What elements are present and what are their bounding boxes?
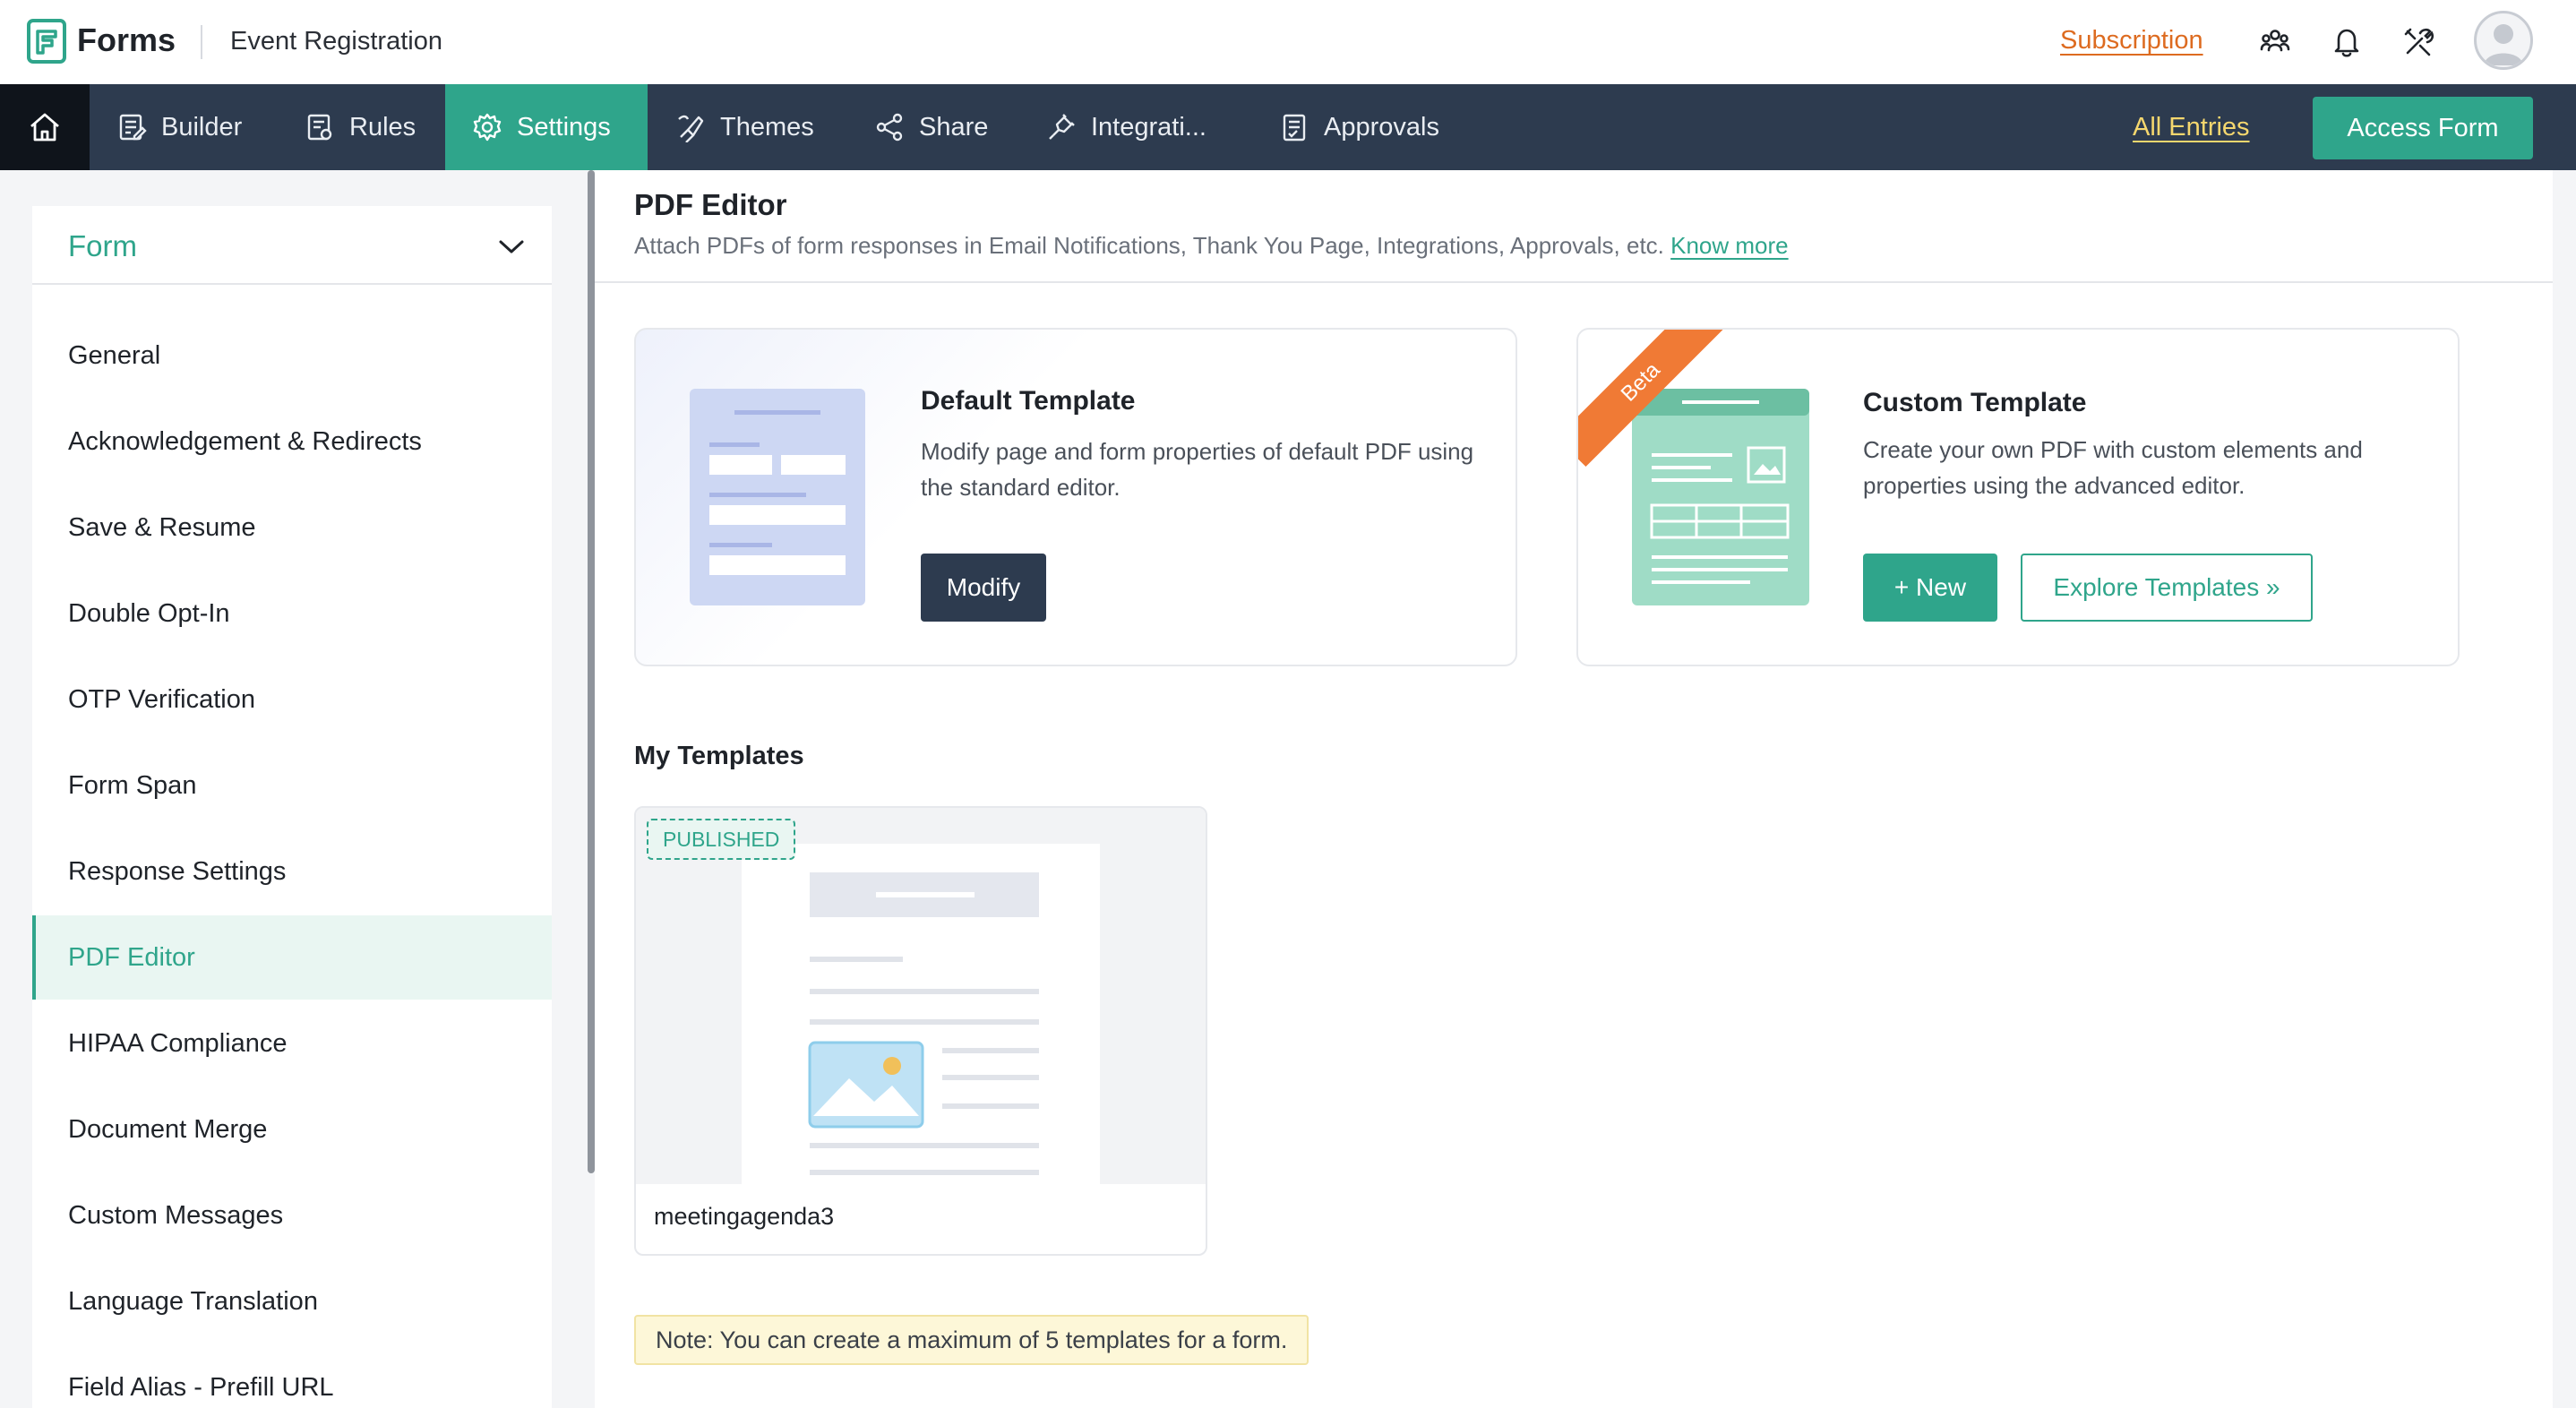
main-nav: Builder Rules Settings Themes Share Inte… bbox=[0, 84, 2576, 170]
dropdown-label: Form bbox=[68, 229, 137, 262]
sidebar-item-double-opt-in[interactable]: Double Opt-In bbox=[32, 571, 552, 656]
sidebar-item-pdf-editor[interactable]: PDF Editor bbox=[32, 915, 552, 1000]
tab-label: Integrati... bbox=[1091, 112, 1206, 142]
tab-themes[interactable]: Themes bbox=[675, 84, 814, 170]
custom-template-text: Create your own PDF with custom elements… bbox=[1863, 436, 2363, 499]
sidebar-item-otp-verification[interactable]: OTP Verification bbox=[32, 657, 552, 742]
chevron-down-icon bbox=[499, 240, 524, 253]
sidebar-scrollbar[interactable] bbox=[588, 170, 595, 1173]
tab-builder[interactable]: Builder bbox=[116, 84, 242, 170]
rules-icon bbox=[307, 114, 332, 141]
tab-approvals[interactable]: Approvals bbox=[1279, 84, 1439, 170]
tab-label: Themes bbox=[720, 112, 814, 142]
top-header: Forms Event Registration Subscription bbox=[0, 0, 2576, 84]
tab-label: Rules bbox=[349, 112, 416, 142]
integrations-icon bbox=[1049, 114, 1075, 140]
builder-icon bbox=[119, 114, 147, 141]
default-template-title: Default Template bbox=[921, 386, 1136, 416]
sidebar-item-form-span[interactable]: Form Span bbox=[32, 743, 552, 828]
page-description: Attach PDFs of form responses in Email N… bbox=[634, 229, 1789, 262]
sidebar-item-document-merge[interactable]: Document Merge bbox=[32, 1087, 552, 1172]
approvals-icon bbox=[1283, 114, 1306, 142]
header-divider bbox=[201, 25, 202, 59]
default-template-text: Modify page and form properties of defau… bbox=[921, 438, 1474, 501]
form-settings-dropdown[interactable]: Form bbox=[32, 206, 552, 285]
access-form-button[interactable]: Access Form bbox=[2313, 97, 2533, 159]
template-card-meetingagenda3[interactable]: PUBLISHED meetingagenda3 bbox=[634, 806, 1207, 1256]
subscription-link[interactable]: Subscription bbox=[2060, 22, 2203, 58]
sidebar-item-save-resume[interactable]: Save & Resume bbox=[32, 485, 552, 570]
sidebar-item-general[interactable]: General bbox=[32, 313, 552, 398]
forms-logo-icon[interactable] bbox=[27, 19, 66, 64]
my-templates-title: My Templates bbox=[634, 742, 804, 770]
tab-share[interactable]: Share bbox=[874, 84, 988, 170]
home-icon bbox=[30, 113, 59, 142]
header-divider bbox=[595, 281, 2553, 283]
modify-button[interactable]: Modify bbox=[921, 554, 1046, 622]
gear-icon bbox=[473, 113, 502, 142]
description-text: Attach PDFs of form responses in Email N… bbox=[634, 232, 1664, 259]
template-preview bbox=[636, 808, 1206, 1184]
default-template-card: Default Template Modify page and form pr… bbox=[634, 328, 1517, 666]
themes-icon bbox=[678, 115, 704, 142]
all-entries-link[interactable]: All Entries bbox=[2133, 109, 2250, 145]
sidebar-item-acknowledgement[interactable]: Acknowledgement & Redirects bbox=[32, 399, 552, 484]
template-limit-note: Note: You can create a maximum of 5 temp… bbox=[634, 1315, 1309, 1365]
explore-templates-button[interactable]: Explore Templates » bbox=[2021, 554, 2313, 622]
tab-settings[interactable]: Settings bbox=[445, 84, 648, 170]
app-name: Forms bbox=[77, 21, 176, 58]
tab-label: Settings bbox=[517, 112, 611, 142]
status-badge: PUBLISHED bbox=[647, 819, 796, 860]
bell-icon[interactable] bbox=[2325, 21, 2368, 64]
tab-integrations[interactable]: Integrati... bbox=[1046, 84, 1206, 170]
sidebar-item-language-translation[interactable]: Language Translation bbox=[32, 1259, 552, 1344]
tab-label: Share bbox=[919, 112, 989, 142]
sidebar-item-hipaa-compliance[interactable]: HIPAA Compliance bbox=[32, 1001, 552, 1086]
custom-template-title: Custom Template bbox=[1863, 388, 2087, 417]
right-gutter bbox=[2553, 170, 2576, 1408]
template-name: meetingagenda3 bbox=[654, 1203, 835, 1230]
share-icon bbox=[876, 113, 903, 142]
sidebar-item-custom-messages[interactable]: Custom Messages bbox=[32, 1173, 552, 1258]
sidebar-item-response-settings[interactable]: Response Settings bbox=[32, 829, 552, 914]
know-more-link[interactable]: Know more bbox=[1670, 232, 1789, 259]
form-name: Event Registration bbox=[230, 27, 442, 56]
home-button[interactable] bbox=[0, 84, 90, 170]
left-panel: Form General Acknowledgement & Redirects… bbox=[0, 170, 595, 1408]
settings-sidebar: Form General Acknowledgement & Redirects… bbox=[32, 206, 552, 1408]
tools-icon[interactable] bbox=[2397, 21, 2440, 64]
sidebar-item-field-alias[interactable]: Field Alias - Prefill URL bbox=[32, 1345, 552, 1408]
avatar[interactable] bbox=[2474, 11, 2533, 70]
tab-label: Builder bbox=[161, 112, 243, 142]
users-icon[interactable] bbox=[2254, 21, 2297, 64]
custom-template-card: Beta Custom Template Create your own PDF… bbox=[1576, 328, 2460, 666]
main-content: PDF Editor Attach PDFs of form responses… bbox=[595, 170, 2553, 1408]
tab-label: Approvals bbox=[1324, 112, 1439, 142]
template-thumbnail-icon bbox=[742, 844, 1100, 1184]
tab-rules[interactable]: Rules bbox=[305, 84, 416, 170]
custom-template-illustration-icon bbox=[1632, 389, 1809, 605]
default-template-illustration-icon bbox=[690, 389, 865, 605]
page-title: PDF Editor bbox=[634, 188, 787, 221]
new-template-button[interactable]: + New bbox=[1863, 554, 1997, 622]
